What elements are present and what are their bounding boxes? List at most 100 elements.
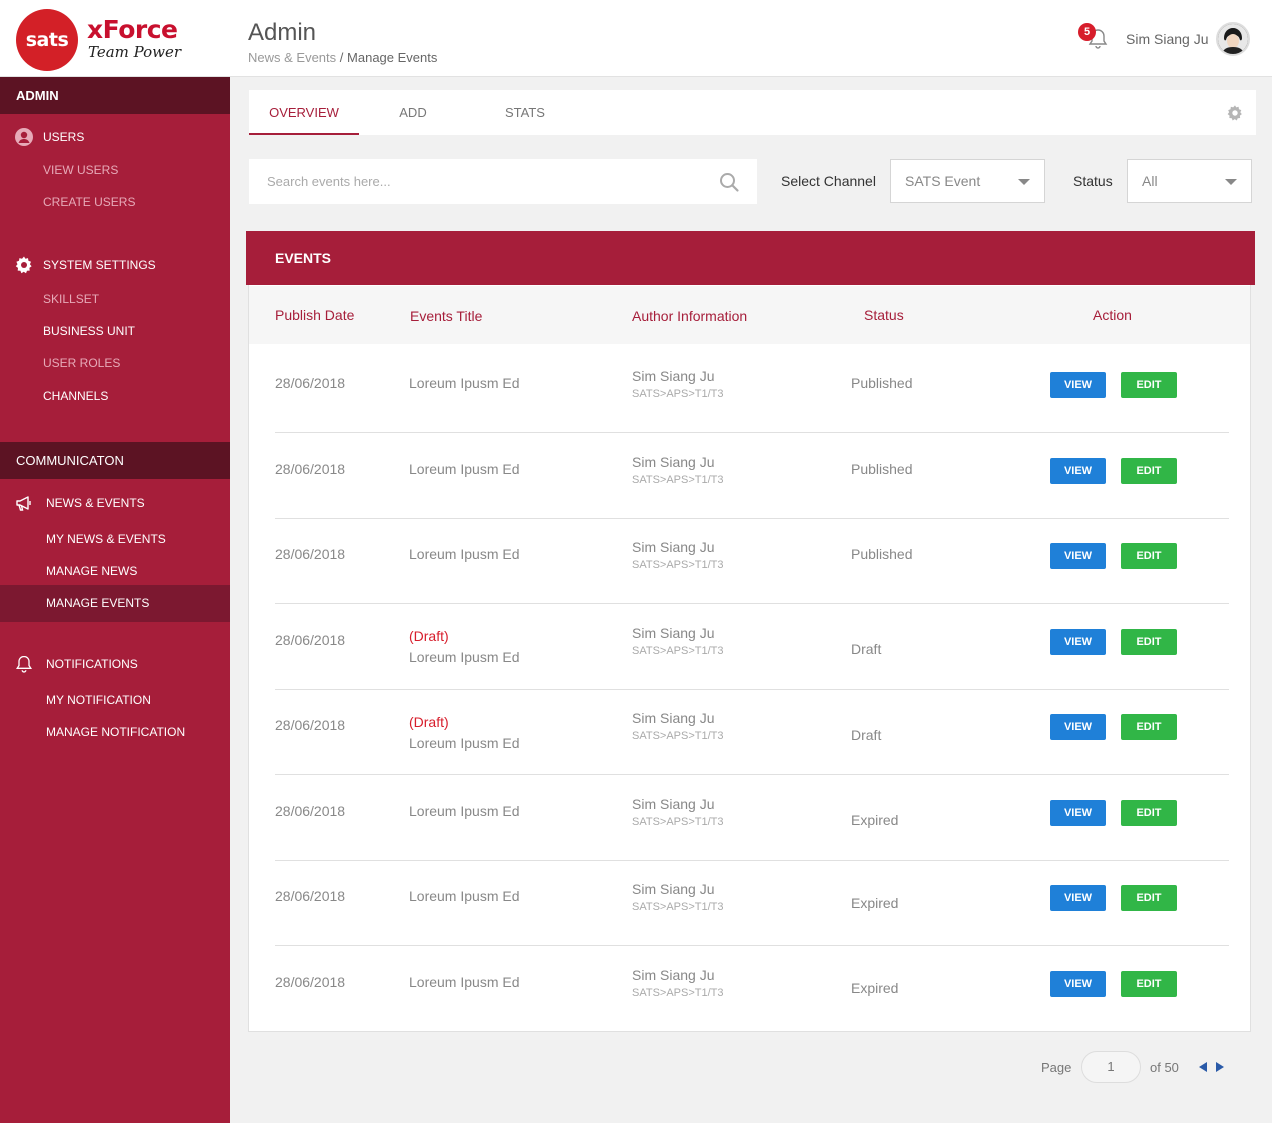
author-name: Sim Siang Ju — [632, 539, 715, 555]
view-button[interactable]: VIEW — [1050, 800, 1106, 826]
edit-button[interactable]: EDIT — [1121, 629, 1177, 655]
edit-button[interactable]: EDIT — [1121, 458, 1177, 484]
author-name: Sim Siang Ju — [632, 967, 715, 983]
tab-overview[interactable]: OVERVIEW — [249, 90, 359, 135]
sidebar-item-label: SYSTEM SETTINGS — [43, 258, 156, 272]
channel-filter-label: Select Channel — [781, 173, 876, 189]
edit-button[interactable]: EDIT — [1121, 885, 1177, 911]
pagination-total: of 50 — [1150, 1060, 1179, 1075]
sidebar-item-skillset[interactable]: SKILLSET — [43, 291, 99, 307]
publish-date: 28/06/2018 — [275, 888, 346, 904]
user-icon — [15, 128, 33, 146]
notification-badge: 5 — [1078, 23, 1096, 41]
edit-button[interactable]: EDIT — [1121, 714, 1177, 740]
sidebar-item-view-users[interactable]: VIEW USERS — [43, 162, 118, 178]
edit-button[interactable]: EDIT — [1121, 372, 1177, 398]
sidebar-item-label: NOTIFICATIONS — [46, 657, 138, 671]
event-title[interactable]: Loreum Ipusm Ed — [409, 803, 520, 820]
app-header: sats xForce Team Power Admin News & Even… — [0, 0, 1272, 77]
view-button[interactable]: VIEW — [1050, 458, 1106, 484]
status-text: Draft — [851, 727, 882, 743]
event-title[interactable]: Loreum Ipusm Ed — [409, 888, 520, 905]
sidebar-item-create-users[interactable]: CREATE USERS — [43, 194, 135, 210]
edit-button[interactable]: EDIT — [1121, 971, 1177, 997]
publish-date: 28/06/2018 — [275, 461, 346, 477]
author-path: SATS>APS>T1/T3 — [632, 730, 724, 742]
author-name: Sim Siang Ju — [632, 796, 715, 812]
view-button[interactable]: VIEW — [1050, 714, 1106, 740]
event-title[interactable]: Loreum Ipusm Ed — [409, 461, 520, 478]
view-button[interactable]: VIEW — [1050, 971, 1106, 997]
column-header-title: Events Title — [410, 308, 483, 324]
author-path: SATS>APS>T1/T3 — [632, 474, 724, 486]
sats-logo[interactable]: sats — [16, 9, 78, 71]
tab-stats[interactable]: STATS — [485, 90, 565, 135]
view-button[interactable]: VIEW — [1050, 543, 1106, 569]
sidebar-item-system-settings[interactable]: SYSTEM SETTINGS — [0, 253, 230, 277]
sidebar-item-my-news-events[interactable]: MY NEWS & EVENTS — [46, 531, 166, 547]
search-input[interactable] — [267, 159, 707, 204]
draft-tag: (Draft) — [409, 628, 449, 644]
settings-gear-icon[interactable] — [1226, 104, 1244, 122]
status-text: Published — [851, 375, 913, 391]
channel-select-value: SATS Event — [905, 173, 981, 189]
avatar[interactable] — [1216, 22, 1250, 56]
publish-date: 28/06/2018 — [275, 974, 346, 990]
brand-tagline: Team Power — [88, 43, 182, 61]
events-title: EVENTS — [246, 231, 1255, 285]
megaphone-icon — [16, 496, 31, 511]
author-name: Sim Siang Ju — [632, 881, 715, 897]
view-button[interactable]: VIEW — [1050, 885, 1106, 911]
bell-icon — [16, 655, 32, 673]
edit-button[interactable]: EDIT — [1121, 800, 1177, 826]
search-icon[interactable] — [718, 171, 740, 193]
sidebar-item-manage-events[interactable]: MANAGE EVENTS — [0, 585, 230, 622]
channel-select[interactable]: SATS Event — [890, 159, 1045, 203]
caret-down-icon — [1225, 179, 1237, 185]
sidebar-item-user-roles[interactable]: USER ROLES — [43, 355, 120, 371]
edit-button[interactable]: EDIT — [1121, 543, 1177, 569]
sidebar-section-admin: ADMIN — [0, 77, 230, 114]
sidebar-item-business-unit[interactable]: BUSINESS UNIT — [43, 323, 135, 339]
view-button[interactable]: VIEW — [1050, 372, 1106, 398]
sidebar: ADMIN USERS VIEW USERS CREATE USERS SYST… — [0, 77, 230, 1123]
sidebar-item-notifications[interactable]: NOTIFICATIONS — [0, 652, 230, 676]
table-row: 28/06/2018 (Draft) Loreum Ipusm Ed Sim S… — [275, 604, 1229, 690]
view-button[interactable]: VIEW — [1050, 629, 1106, 655]
pagination-page-label: Page — [1041, 1060, 1072, 1075]
column-header-action: Action — [1093, 307, 1132, 323]
caret-down-icon — [1018, 179, 1030, 185]
sidebar-item-label: NEWS & EVENTS — [46, 496, 145, 510]
event-title[interactable]: Loreum Ipusm Ed — [409, 375, 520, 392]
breadcrumb-current: Manage Events — [347, 50, 438, 65]
column-header-publish-date: Publish Date — [275, 307, 355, 323]
table-row: 28/06/2018 Loreum Ipusm Ed Sim Siang Ju … — [275, 518, 1229, 604]
gear-icon — [15, 256, 32, 274]
event-title[interactable]: Loreum Ipusm Ed — [409, 649, 520, 666]
author-path: SATS>APS>T1/T3 — [632, 645, 724, 657]
publish-date: 28/06/2018 — [275, 375, 346, 391]
column-header-author: Author Information — [632, 308, 748, 324]
status-text: Draft — [851, 641, 882, 657]
sidebar-item-channels[interactable]: CHANNELS — [43, 388, 108, 404]
sidebar-item-manage-news[interactable]: MANAGE NEWS — [46, 563, 137, 579]
breadcrumb-parent[interactable]: News & Events — [248, 50, 336, 65]
status-select[interactable]: All — [1127, 159, 1252, 203]
prev-page-icon[interactable] — [1199, 1062, 1207, 1072]
table-row: 28/06/2018 Loreum Ipusm Ed Sim Siang Ju … — [275, 347, 1229, 433]
logo-text: sats — [25, 29, 69, 51]
sidebar-item-my-notification[interactable]: MY NOTIFICATION — [46, 692, 151, 708]
event-title[interactable]: Loreum Ipusm Ed — [409, 546, 520, 563]
column-header-status: Status — [864, 307, 904, 323]
next-page-icon[interactable] — [1216, 1062, 1224, 1072]
event-title[interactable]: Loreum Ipusm Ed — [409, 735, 520, 752]
page-number-input[interactable]: 1 — [1081, 1051, 1141, 1083]
status-text: Published — [851, 546, 913, 562]
user-name[interactable]: Sim Siang Ju — [1126, 31, 1208, 48]
sidebar-item-users[interactable]: USERS — [0, 125, 230, 149]
publish-date: 28/06/2018 — [275, 632, 346, 648]
event-title[interactable]: Loreum Ipusm Ed — [409, 974, 520, 991]
sidebar-item-manage-notification[interactable]: MANAGE NOTIFICATION — [46, 724, 185, 740]
sidebar-item-news-events[interactable]: NEWS & EVENTS — [0, 491, 230, 515]
tab-add[interactable]: ADD — [373, 90, 453, 135]
